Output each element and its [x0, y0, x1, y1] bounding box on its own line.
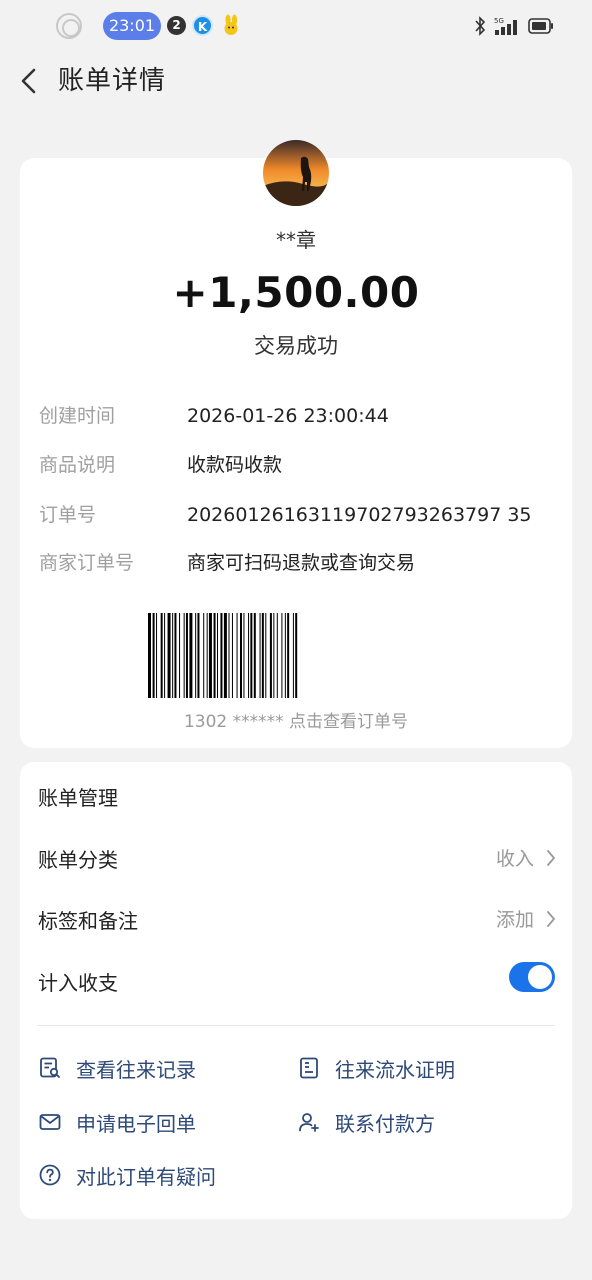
- contact-payer-button[interactable]: 联系付款方: [297, 1105, 435, 1139]
- view-records-label: 查看往来记录: [76, 1057, 196, 1082]
- bill-category-value: 收入: [495, 848, 534, 870]
- e-receipt-button[interactable]: 申请电子回单: [38, 1105, 196, 1139]
- transaction-amount: +1,500.00: [172, 268, 420, 317]
- k-app-icon: K: [192, 15, 213, 36]
- detail-row-product-description: 商品说明 收款码收款: [20, 450, 572, 480]
- barcode[interactable]: [148, 613, 445, 698]
- payer-name: **章: [276, 228, 316, 252]
- chevron-right-icon: [547, 911, 556, 927]
- order-question-label: 对此订单有疑问: [76, 1164, 216, 1189]
- statement-proof-button[interactable]: 往来流水证明: [297, 1051, 455, 1085]
- envelope-icon: [39, 1114, 61, 1130]
- record-circle-icon: [56, 13, 82, 39]
- records-search-icon: [40, 1057, 60, 1078]
- bunny-app-icon: [224, 14, 238, 35]
- signal-5g-icon: 5G: [494, 17, 517, 35]
- count-in-budget-row: 计入收支: [20, 955, 572, 1005]
- section-title: 账单管理: [38, 786, 118, 810]
- svg-text:5G: 5G: [494, 17, 504, 25]
- detail-label: 创建时间: [39, 405, 116, 427]
- e-receipt-label: 申请电子回单: [76, 1111, 196, 1136]
- tags-notes-value: 添加: [495, 909, 534, 931]
- detail-row-merchant-order: 商家订单号 商家可扫码退款或查询交易: [20, 548, 572, 578]
- count-in-budget-label: 计入收支: [38, 971, 118, 995]
- chevron-left-icon[interactable]: [18, 66, 40, 96]
- bill-management-card: 账单管理 账单分类 收入 标签和备注 添加 计入收支 查看往来记录 往来流水证明…: [20, 762, 572, 1219]
- status-bar: 23:01 2 K 5G: [0, 0, 592, 52]
- page-header: 账单详情: [0, 52, 592, 110]
- tags-notes-label: 标签和备注: [38, 909, 138, 933]
- question-icon: [39, 1164, 61, 1186]
- divider: [38, 1025, 554, 1026]
- battery-icon: [528, 18, 553, 34]
- detail-value[interactable]: 20260126163119702793263797 35: [187, 500, 532, 530]
- page-title: 账单详情: [58, 66, 167, 96]
- avatar[interactable]: [263, 140, 329, 206]
- order-question-button[interactable]: 对此订单有疑问: [38, 1158, 216, 1192]
- detail-row-order-number: 订单号 20260126163119702793263797 35: [20, 500, 572, 530]
- detail-label: 订单号: [39, 504, 97, 526]
- notification-count-badge: 2: [167, 16, 186, 35]
- bill-category-label: 账单分类: [38, 848, 118, 872]
- detail-label: 商家订单号: [39, 552, 135, 574]
- contact-person-icon: [299, 1113, 319, 1132]
- chevron-right-icon: [547, 850, 556, 866]
- statement-proof-label: 往来流水证明: [335, 1057, 455, 1082]
- detail-value: 商家可扫码退款或查询交易: [187, 552, 416, 574]
- count-in-budget-toggle[interactable]: [509, 962, 555, 992]
- detail-value: 收款码收款: [187, 454, 283, 476]
- barcode-caption[interactable]: 1302 ****** 点击查看订单号: [20, 707, 572, 732]
- toggle-knob: [528, 965, 552, 989]
- detail-row-created-time: 创建时间 2026-01-26 23:00:44: [20, 401, 572, 431]
- view-records-button[interactable]: 查看往来记录: [38, 1051, 196, 1085]
- detail-label: 商品说明: [39, 454, 116, 476]
- bill-category-row[interactable]: 账单分类 收入: [20, 832, 572, 882]
- contact-payer-label: 联系付款方: [335, 1111, 435, 1136]
- transaction-status: 交易成功: [254, 334, 338, 358]
- bluetooth-icon: [475, 16, 486, 36]
- status-time: 23:01: [103, 12, 161, 40]
- transaction-card: **章 +1,500.00 交易成功 创建时间 2026-01-26 23:00…: [20, 140, 572, 748]
- detail-value: 2026-01-26 23:00:44: [187, 405, 389, 427]
- statement-icon: [300, 1057, 318, 1079]
- tags-notes-row[interactable]: 标签和备注 添加: [20, 893, 572, 943]
